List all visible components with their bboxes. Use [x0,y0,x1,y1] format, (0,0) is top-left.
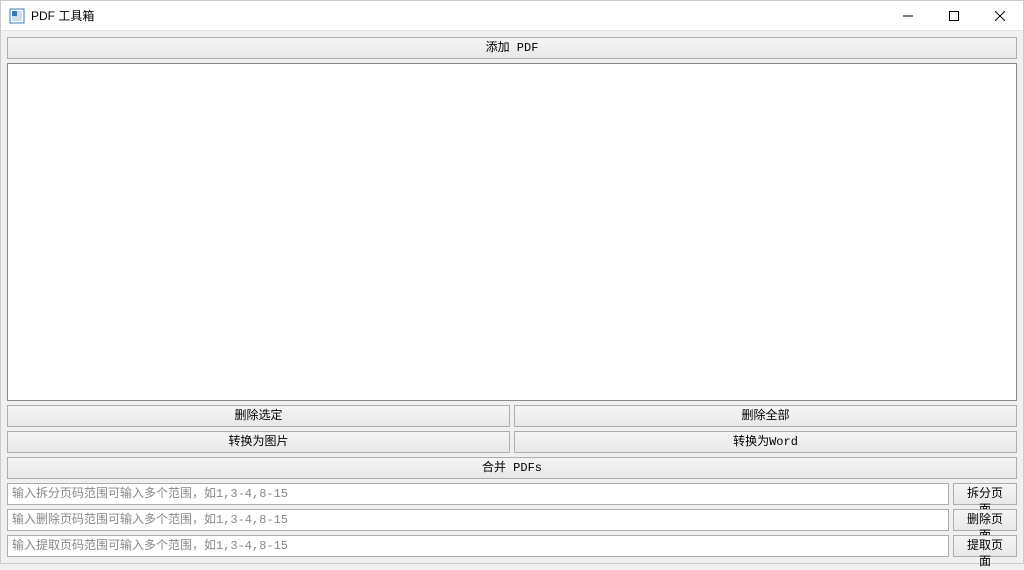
window-controls [885,1,1023,30]
delete-range-input[interactable] [7,509,949,531]
delete-row: 删除选定 删除全部 [7,405,1017,427]
delete-selected-button[interactable]: 删除选定 [7,405,510,427]
extract-pages-button[interactable]: 提取页面 [953,535,1017,557]
extract-range-input[interactable] [7,535,949,557]
delete-all-button[interactable]: 删除全部 [514,405,1017,427]
app-icon [9,8,25,24]
minimize-button[interactable] [885,1,931,30]
window-title: PDF 工具箱 [31,7,885,24]
split-row: 拆分页面 [7,483,1017,505]
pdf-file-list[interactable] [7,63,1017,401]
delete-pages-button[interactable]: 删除页面 [953,509,1017,531]
split-range-input[interactable] [7,483,949,505]
extract-pages-row: 提取页面 [7,535,1017,557]
add-pdf-button[interactable]: 添加 PDF [7,37,1017,59]
app-window: PDF 工具箱 添加 PDF 删除选定 删除全部 转换为图片 转换为Word 合… [0,0,1024,564]
delete-pages-row: 删除页面 [7,509,1017,531]
close-button[interactable] [977,1,1023,30]
convert-to-image-button[interactable]: 转换为图片 [7,431,510,453]
content-area: 添加 PDF 删除选定 删除全部 转换为图片 转换为Word 合并 PDFs 拆… [1,31,1023,563]
maximize-button[interactable] [931,1,977,30]
merge-pdfs-button[interactable]: 合并 PDFs [7,457,1017,479]
convert-to-word-button[interactable]: 转换为Word [514,431,1017,453]
convert-row: 转换为图片 转换为Word [7,431,1017,453]
split-pages-button[interactable]: 拆分页面 [953,483,1017,505]
titlebar: PDF 工具箱 [1,1,1023,31]
